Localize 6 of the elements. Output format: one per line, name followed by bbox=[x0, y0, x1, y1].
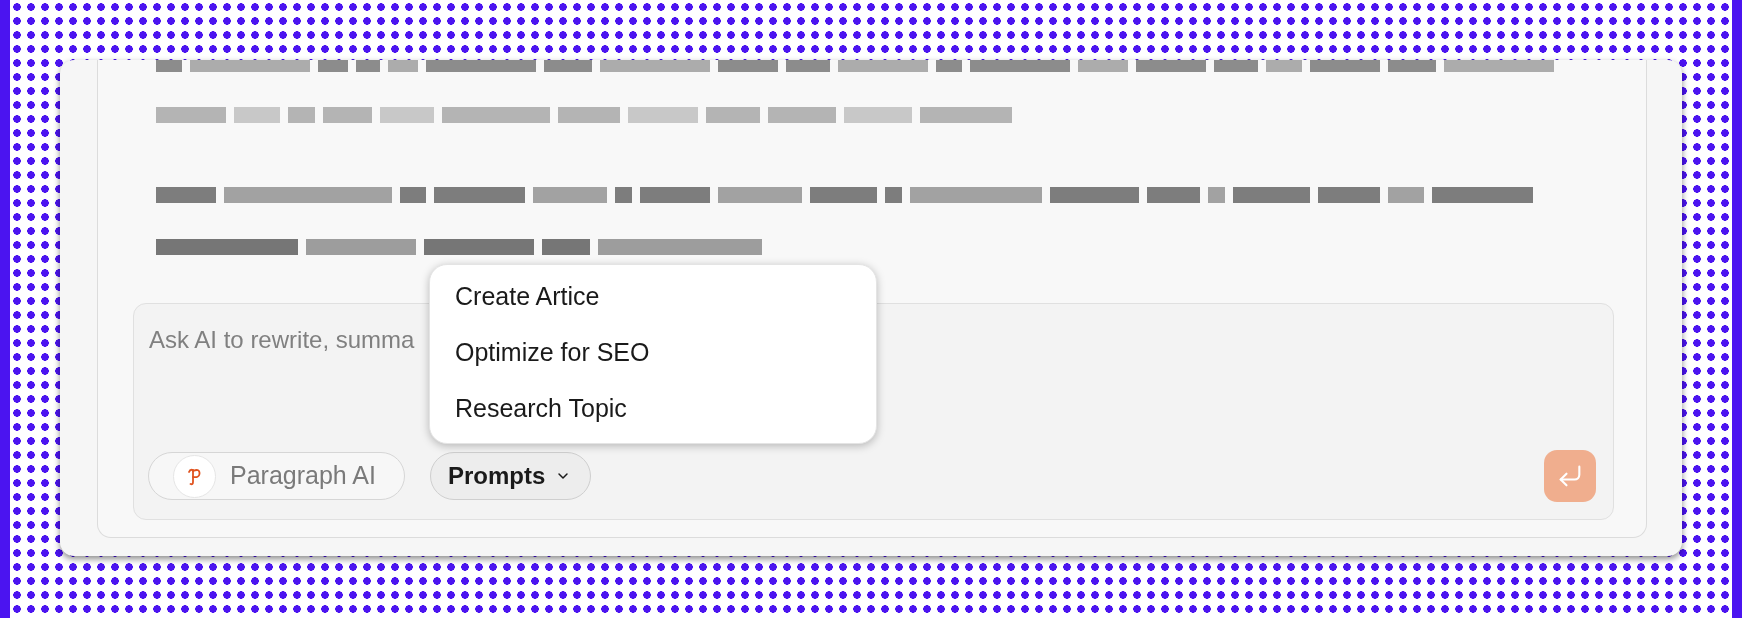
menu-item[interactable]: Optimize for SEO bbox=[430, 325, 876, 381]
menu-item[interactable]: Create Artice bbox=[430, 269, 876, 325]
menu-item[interactable]: Research Topic bbox=[430, 381, 876, 437]
prompts-button[interactable]: Prompts bbox=[430, 452, 591, 500]
assistant-button[interactable]: Paragraph AI bbox=[148, 452, 405, 500]
logo-icon bbox=[173, 454, 216, 498]
